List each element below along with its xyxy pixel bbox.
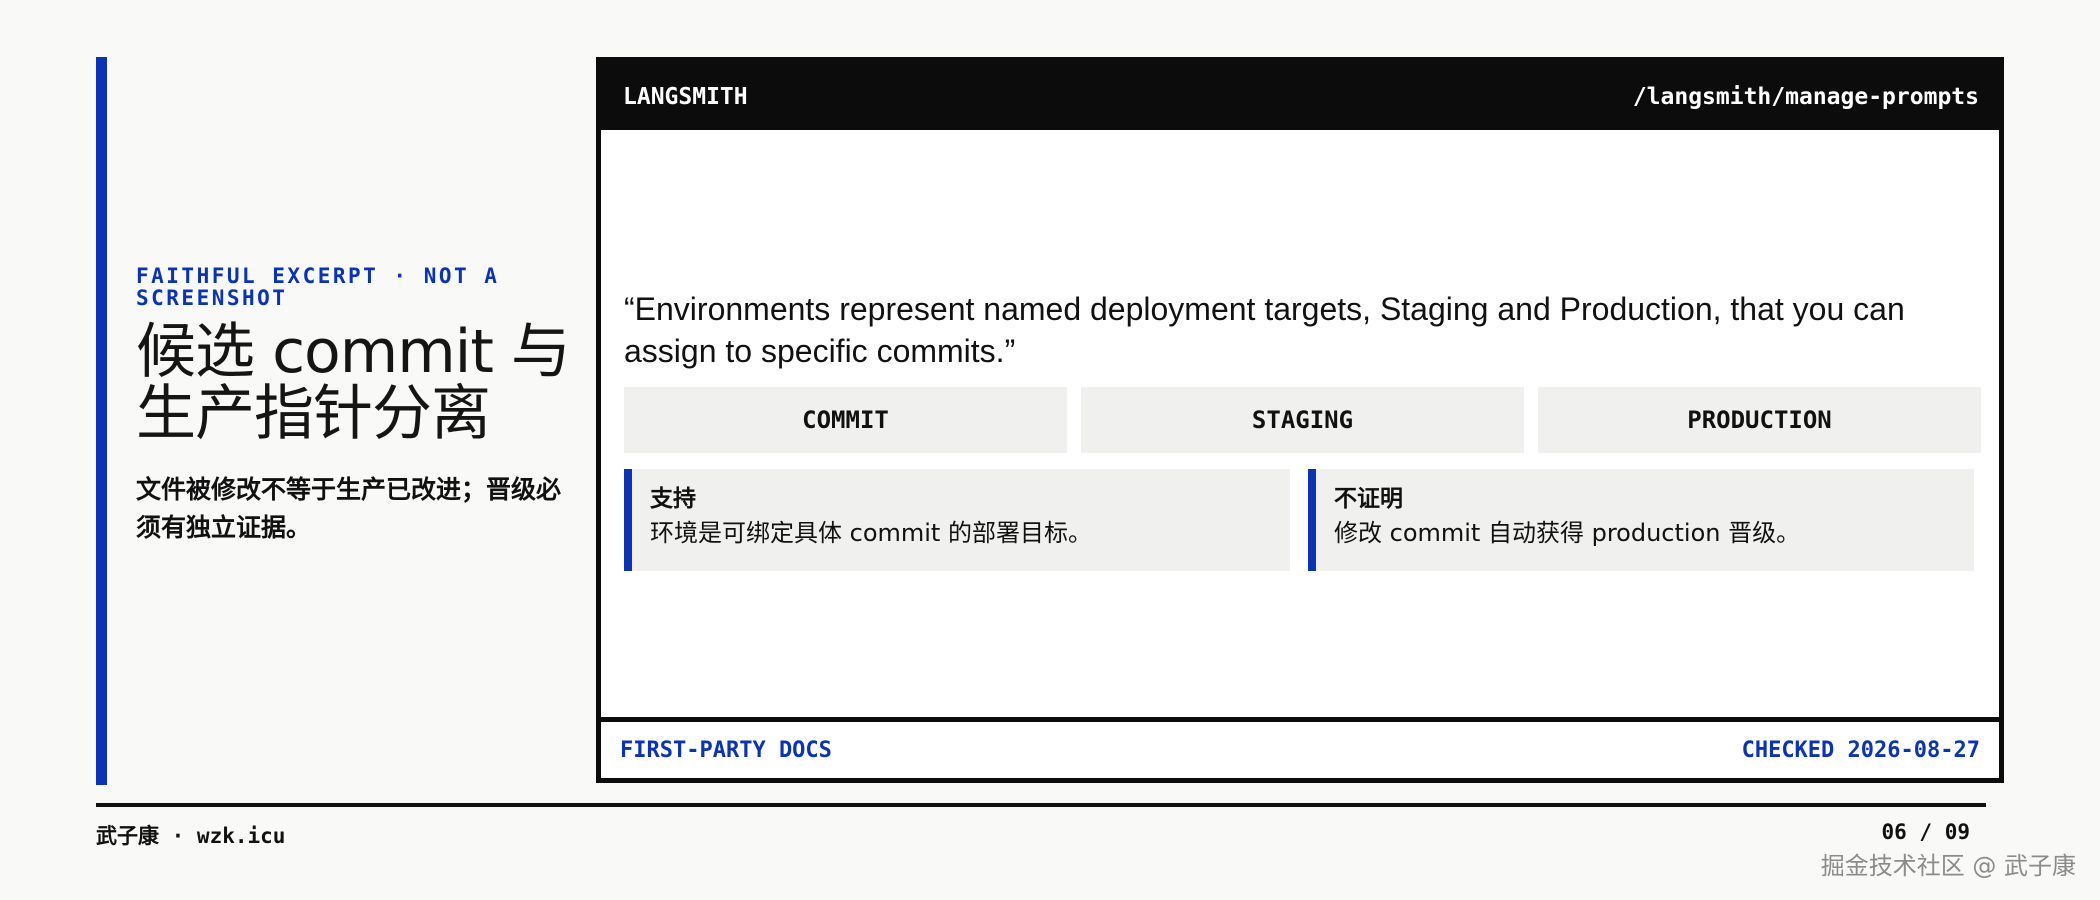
excerpt-panel: LANGSMITH /langsmith/manage-prompts “Env…: [596, 57, 2004, 783]
slide-lede: 文件被修改不等于生产已改进；晋级必须有独立证据。: [136, 475, 562, 542]
doc-quote: “Environments represent named deployment…: [624, 291, 1905, 369]
column-commit: COMMIT: [624, 387, 1067, 453]
page-counter: 06 / 09: [1881, 820, 1970, 844]
column-production: PRODUCTION: [1538, 387, 1981, 453]
accent-rule: [96, 57, 107, 785]
doc-path: /langsmith/manage-prompts: [1632, 84, 1979, 110]
slide-intro: FAITHFUL EXCERPT · NOT A SCREENSHOT 候选 c…: [136, 265, 576, 547]
source-label: FIRST-PARTY DOCS: [620, 738, 832, 763]
panel-header: LANGSMITH /langsmith/manage-prompts: [601, 62, 1999, 130]
eyebrow-label: FAITHFUL EXCERPT · NOT A SCREENSHOT: [136, 264, 500, 310]
evidence-cards: 支持 环境是可绑定具体 commit 的部署目标。 不证明 修改 commit …: [624, 469, 1981, 571]
column-staging: STAGING: [1081, 387, 1524, 453]
slide-title: 候选 commit 与生产指针分离: [136, 317, 571, 449]
brand-label: LANGSMITH: [623, 84, 748, 110]
card-value: 修改 commit 自动获得 production 晋级。: [1334, 519, 1801, 547]
card-key: 支持: [650, 486, 696, 512]
supports-card: 支持 环境是可绑定具体 commit 的部署目标。: [624, 469, 1290, 571]
panel-footer: FIRST-PARTY DOCS CHECKED 2026-08-27: [601, 717, 1999, 778]
watermark: 掘金技术社区 @ 武子康: [1820, 852, 2076, 880]
footer-divider: [96, 803, 1986, 807]
checked-date: CHECKED 2026-08-27: [1741, 738, 1980, 763]
environment-columns: COMMIT STAGING PRODUCTION: [624, 387, 1981, 453]
does-not-prove-card: 不证明 修改 commit 自动获得 production 晋级。: [1308, 469, 1974, 571]
author-credit: 武子康 · wzk.icu: [96, 824, 286, 848]
card-key: 不证明: [1334, 486, 1403, 512]
card-value: 环境是可绑定具体 commit 的部署目标。: [650, 519, 1092, 547]
